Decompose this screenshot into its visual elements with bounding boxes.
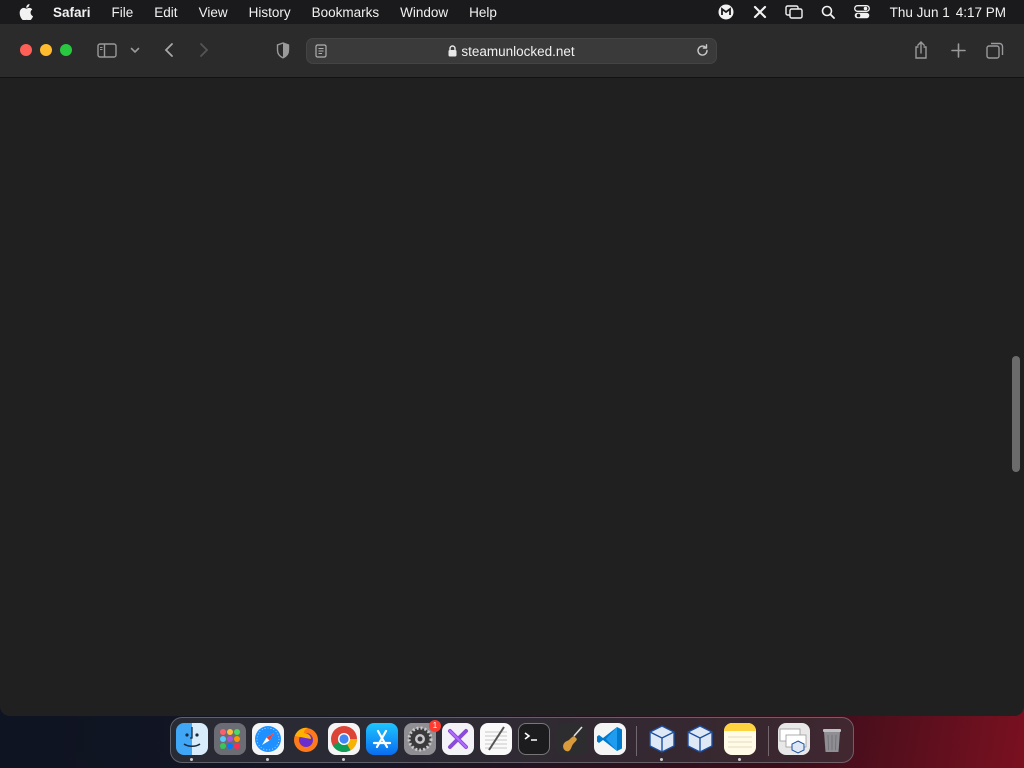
close-window-button[interactable] bbox=[20, 44, 32, 56]
sidebar-icon[interactable] bbox=[96, 38, 118, 62]
terminal-icon[interactable] bbox=[518, 723, 550, 755]
dock-separator bbox=[636, 726, 637, 756]
virtualbox-icon[interactable] bbox=[646, 723, 678, 755]
new-tab-icon[interactable] bbox=[948, 38, 968, 62]
lock-icon bbox=[448, 45, 457, 60]
virtualbox-running-indicator bbox=[660, 758, 663, 761]
web-content[interactable] bbox=[0, 78, 1024, 716]
menu-history[interactable]: History bbox=[249, 5, 291, 20]
notes-icon[interactable] bbox=[724, 723, 756, 755]
screen-mirroring-icon[interactable] bbox=[784, 2, 804, 22]
malwarebytes-icon[interactable] bbox=[716, 2, 736, 22]
tab-overview-icon[interactable] bbox=[985, 38, 1005, 62]
firefox-icon[interactable] bbox=[290, 723, 322, 755]
url-text: steamunlocked.net bbox=[461, 44, 575, 59]
utility-app-icon[interactable] bbox=[442, 723, 474, 755]
menu-bookmarks[interactable]: Bookmarks bbox=[312, 5, 380, 20]
control-center-icon[interactable] bbox=[852, 2, 872, 22]
dock-separator bbox=[768, 726, 769, 756]
notification-badge: 1 bbox=[429, 720, 441, 732]
menu-time: 4:17 PM bbox=[955, 4, 1006, 20]
x-tool-icon[interactable] bbox=[750, 2, 770, 22]
downloads-stack-icon[interactable] bbox=[778, 723, 810, 755]
back-icon[interactable] bbox=[160, 38, 178, 62]
apple-menu-icon[interactable] bbox=[19, 4, 33, 20]
search-icon[interactable] bbox=[818, 2, 838, 22]
menu-help[interactable]: Help bbox=[469, 5, 497, 20]
forward-icon[interactable] bbox=[195, 38, 213, 62]
textedit-icon[interactable] bbox=[480, 723, 512, 755]
safari-running-indicator bbox=[266, 758, 269, 761]
dock: 1 bbox=[170, 717, 854, 763]
menu-window[interactable]: Window bbox=[400, 5, 448, 20]
maximize-window-button[interactable] bbox=[60, 44, 72, 56]
notes-running-indicator bbox=[738, 758, 741, 761]
privacy-shield-icon[interactable] bbox=[273, 38, 293, 62]
menu-clock[interactable]: Thu Jun 1 4:17 PM bbox=[890, 5, 1006, 20]
address-bar[interactable]: steamunlocked.net bbox=[306, 38, 717, 64]
virtualbox-vm-icon[interactable] bbox=[684, 723, 716, 755]
launchpad-icon[interactable] bbox=[214, 723, 246, 755]
chevron-down-icon[interactable] bbox=[128, 38, 142, 62]
menu-edit[interactable]: Edit bbox=[154, 5, 177, 20]
vscode-icon[interactable] bbox=[594, 723, 626, 755]
chrome-icon[interactable] bbox=[328, 723, 360, 755]
vertical-scrollbar-thumb[interactable] bbox=[1012, 356, 1020, 472]
url-display[interactable]: steamunlocked.net bbox=[307, 44, 716, 60]
instruments-icon[interactable] bbox=[556, 723, 588, 755]
menu-app-name[interactable]: Safari bbox=[53, 5, 91, 20]
menu-view[interactable]: View bbox=[199, 5, 228, 20]
browser-toolbar: steamunlocked.net bbox=[0, 24, 1024, 78]
system-preferences-icon[interactable]: 1 bbox=[404, 720, 441, 755]
reload-icon[interactable] bbox=[696, 44, 710, 58]
menu-date: Thu Jun 1 bbox=[889, 4, 950, 20]
app-store-icon[interactable] bbox=[366, 723, 398, 755]
safari-icon[interactable] bbox=[252, 723, 284, 755]
chrome-running-indicator bbox=[342, 758, 345, 761]
finder-icon[interactable] bbox=[176, 723, 208, 755]
trash-icon[interactable] bbox=[816, 723, 848, 755]
finder-running-indicator bbox=[190, 758, 193, 761]
share-icon[interactable] bbox=[911, 38, 931, 62]
menu-bar: Safari File Edit View History Bookmarks … bbox=[0, 0, 1024, 24]
menu-file[interactable]: File bbox=[112, 5, 134, 20]
minimize-window-button[interactable] bbox=[40, 44, 52, 56]
safari-window: steamunlocked.net bbox=[0, 24, 1024, 716]
